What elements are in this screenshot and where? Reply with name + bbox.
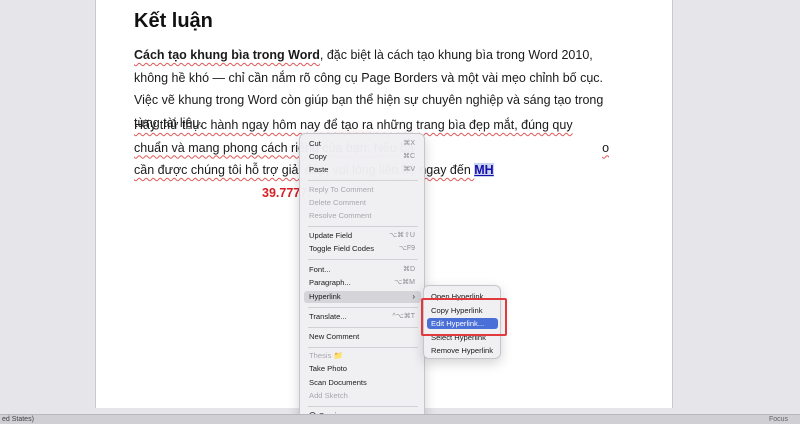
paragraph-shortcut: ⌥⌘M [394, 279, 415, 286]
menu-item-add-sketch: Add Sketch [309, 391, 348, 400]
menu-item-resolve-comment: Resolve Comment [309, 211, 372, 220]
section-heading: Kết luận [134, 10, 213, 32]
menu-item-thesis: Thesis 📁 [309, 351, 343, 360]
menu-item-toggle-field-codes[interactable]: Toggle Field Codes ⌥F9 [304, 243, 421, 255]
menu-item-paragraph[interactable]: Paragraph... ⌥⌘M [304, 277, 421, 289]
menu-item-new-comment[interactable]: New Comment [304, 331, 421, 343]
font-shortcut: ⌘D [402, 266, 415, 273]
language-status[interactable]: ed States) [2, 416, 34, 423]
copy-shortcut: ⌘C [402, 153, 415, 160]
menu-separator [308, 327, 418, 328]
update-field-shortcut: ⌥⌘⇧U [389, 232, 415, 239]
menu-separator [308, 259, 418, 260]
status-bar: ed States) Focus [0, 414, 800, 424]
translate-shortcut: ^⌥⌘T [392, 313, 415, 320]
copy-label: Copy [309, 152, 327, 161]
menu-separator [308, 347, 418, 348]
menu-separator [308, 307, 418, 308]
annotation-highlight-box [421, 298, 507, 336]
paste-shortcut: ⌘V [403, 166, 415, 173]
focus-button[interactable]: Focus [769, 416, 788, 423]
menu-item-scan-documents[interactable]: Scan Documents [304, 377, 421, 389]
menu-item-take-photo[interactable]: Take Photo [304, 363, 421, 375]
paste-label: Paste [309, 165, 329, 174]
menu-item-cut[interactable]: Cut ⌘X [304, 138, 421, 150]
toggle-field-codes-label: Toggle Field Codes [309, 244, 375, 253]
update-field-label: Update Field [309, 231, 353, 240]
submenu-remove-hyperlink[interactable]: Remove Hyperlink [427, 345, 498, 356]
hyperlink-label: Hyperlink [309, 292, 341, 301]
hyperlink-text[interactable]: MH [474, 163, 494, 177]
toggle-field-codes-shortcut: ⌥F9 [398, 245, 415, 252]
menu-item-update-field[interactable]: Update Field ⌥⌘⇧U [304, 230, 421, 242]
menu-item-delete-comment: Delete Comment [309, 198, 366, 207]
bold-lead-text: Cách tạo khung bìa trong Word [134, 48, 320, 62]
cut-label: Cut [309, 139, 321, 148]
menu-separator [308, 226, 418, 227]
font-label: Font... [309, 265, 331, 274]
menu-item-paste[interactable]: Paste ⌘V [304, 164, 421, 176]
menu-item-translate[interactable]: Translate... ^⌥⌘T [304, 311, 421, 323]
menu-separator [308, 406, 418, 407]
menu-item-copy[interactable]: Copy ⌘C [304, 151, 421, 163]
menu-item-font[interactable]: Font... ⌘D [304, 264, 421, 276]
translate-label: Translate... [309, 312, 347, 321]
paragraph-label: Paragraph... [309, 278, 351, 287]
menu-separator [308, 180, 418, 181]
menu-item-reply-comment: Reply To Comment [309, 185, 374, 194]
chevron-right-icon: › [412, 292, 415, 301]
menu-item-hyperlink[interactable]: Hyperlink › [304, 291, 421, 303]
cut-shortcut: ⌘X [403, 140, 415, 147]
context-menu: Cut ⌘X Copy ⌘C Paste ⌘V Reply To Comment De… [299, 133, 425, 424]
